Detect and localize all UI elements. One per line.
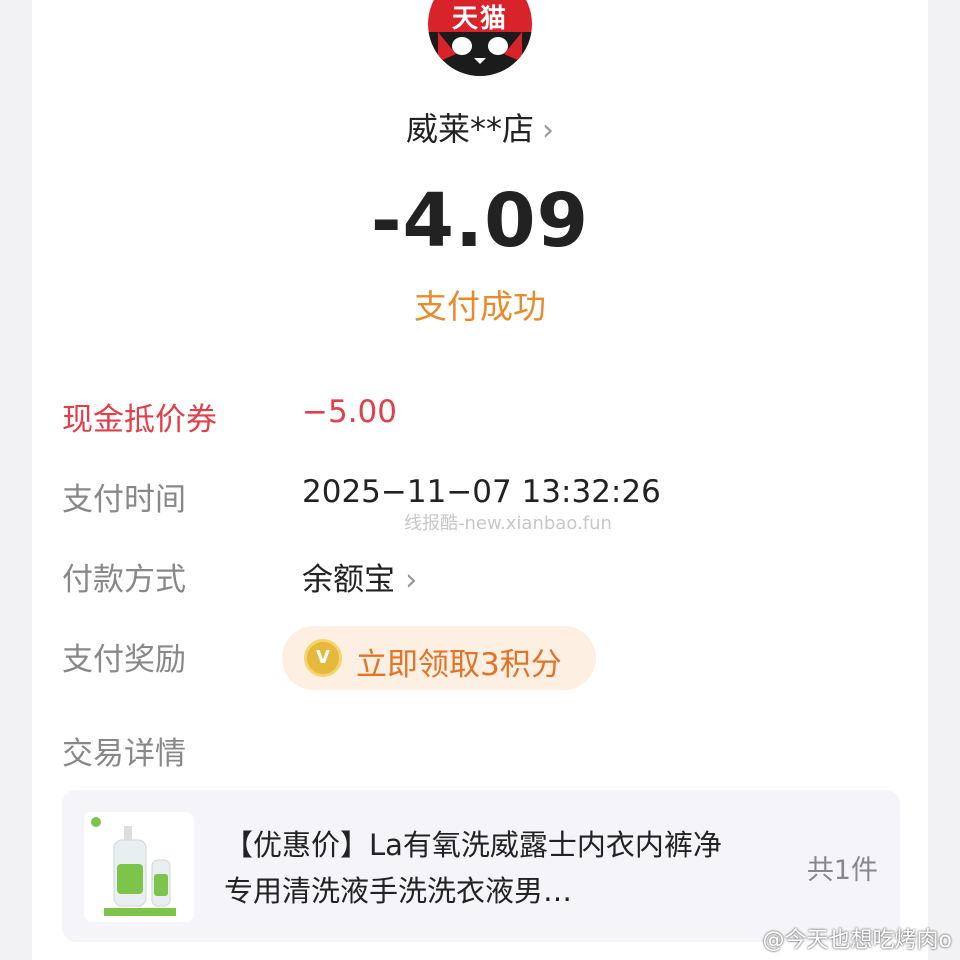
store-name: 威莱**店	[405, 110, 534, 148]
product-thumbnail	[84, 812, 194, 922]
chevron-right-icon: ›	[542, 113, 554, 148]
store-logo-text: 天猫	[451, 4, 508, 34]
payment-time-label: 支付时间	[62, 482, 186, 518]
watermark-text: 线报酷-new.xianbao.fun	[404, 513, 612, 534]
points-coin-icon: V	[304, 639, 342, 677]
payment-time-value: 2025−11−07 13:32:26	[302, 474, 661, 510]
chevron-right-icon: ›	[405, 562, 418, 598]
claim-points-label: 立即领取3积分	[356, 647, 562, 683]
store-logo[interactable]: 天猫	[428, 0, 532, 76]
coupon-value: −5.00	[302, 394, 397, 430]
payment-reward-label: 支付奖励	[62, 642, 186, 678]
store-name-link[interactable]: 威莱**店 ›	[0, 104, 960, 150]
coupon-label: 现金抵价券	[62, 402, 217, 438]
tmall-cat-icon	[428, 32, 532, 76]
product-bottle-image	[84, 812, 194, 922]
payment-status: 支付成功	[414, 287, 546, 326]
payment-method-value: 余额宝	[302, 562, 395, 598]
item-count: 共1件	[806, 855, 878, 886]
trade-details-label: 交易详情	[62, 736, 186, 772]
payment-method-label: 付款方式	[62, 562, 186, 598]
weibo-watermark: @今天也想吃烤肉o	[762, 928, 952, 953]
claim-points-button[interactable]: V 立即领取3积分	[282, 626, 596, 690]
product-title: 【优惠价】La有氧洗威露士内衣内裤净专用清洗液手洗洗衣液男…	[224, 828, 722, 908]
payment-amount: -4.09	[370, 178, 590, 264]
payment-method-link[interactable]: 余额宝 ›	[302, 554, 417, 599]
order-item-card[interactable]: 【优惠价】La有氧洗威露士内衣内裤净专用清洗液手洗洗衣液男… 共1件	[62, 790, 900, 942]
